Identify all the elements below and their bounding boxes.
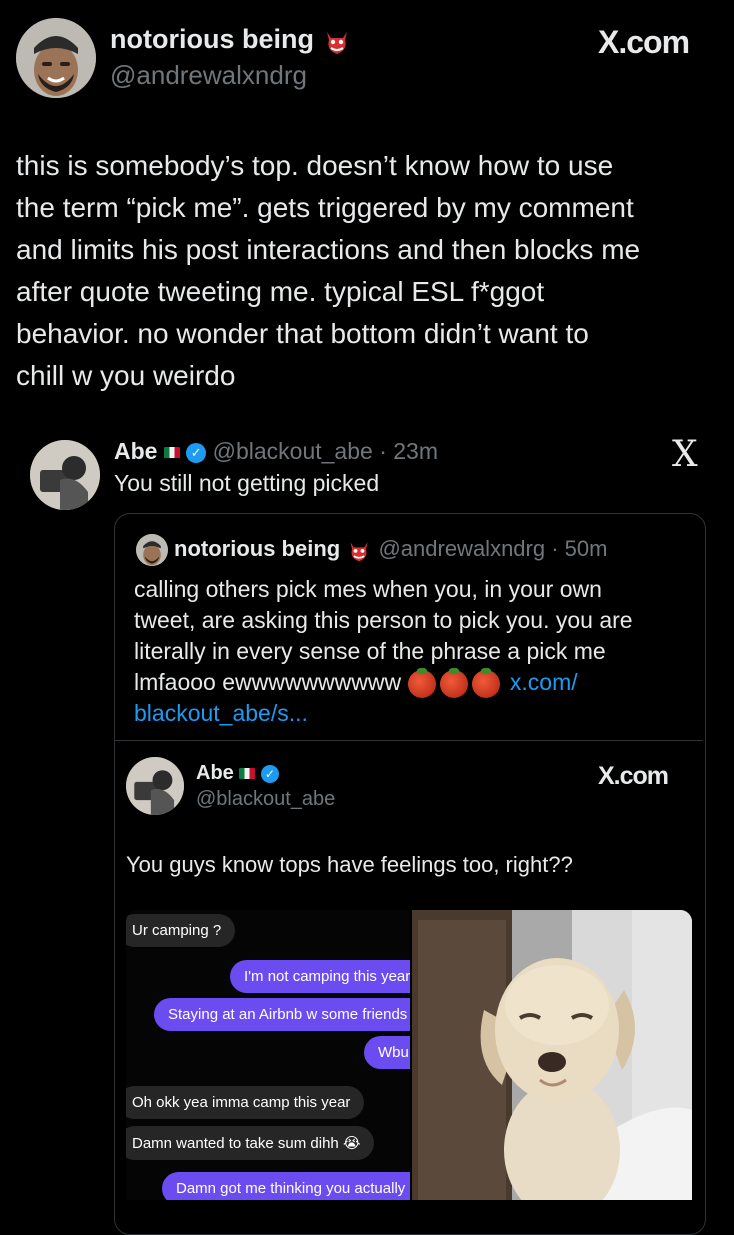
chat-bubble-outgoing: Wbu xyxy=(364,1036,410,1069)
chat-bubble-outgoing: I'm not camping this year xyxy=(230,960,410,993)
tweet-text-line: after quote tweeting me. typical ESL f*g… xyxy=(16,276,545,307)
inner-text-line: tweet, are asking this person to pick yo… xyxy=(134,607,633,633)
inner-quote-avatar xyxy=(136,534,168,566)
chat-bubble-outgoing: Staying at an Airbnb w some friends xyxy=(154,998,410,1031)
inner-quote-header: notorious being @andrewalxndrg · 50m xyxy=(174,536,607,563)
display-name-text: notorious being xyxy=(110,24,314,54)
person-avatar-icon xyxy=(136,534,168,566)
tweet-text-line: this is somebody’s top. doesn’t know how… xyxy=(16,150,614,181)
inner-text-line: calling others pick mes when you, in you… xyxy=(134,576,602,602)
mexico-flag-icon xyxy=(163,447,180,459)
tomato-emoji-icon xyxy=(471,667,500,698)
verified-badge-icon: ✓ xyxy=(186,442,207,463)
tweet-link-continued[interactable]: blackout_abe/s... xyxy=(134,698,633,729)
main-tweet-text: this is somebody’s top. doesn’t know how… xyxy=(16,145,640,397)
quoted-time: · 23m xyxy=(379,438,438,464)
tomato-emoji-icon xyxy=(407,667,436,698)
mexico-flag-icon xyxy=(239,768,256,780)
tweet-text-line: chill w you weirdo xyxy=(16,360,236,391)
quoted-tweet-text: You still not getting picked xyxy=(114,470,380,496)
author-handle[interactable]: @andrewalxndrg xyxy=(110,60,307,91)
chat-bubble-outgoing: Damn got me thinking you actually xyxy=(162,1172,410,1200)
author-avatar[interactable] xyxy=(16,18,96,98)
embedded-tweet-text: You guys know tops have feelings too, ri… xyxy=(126,852,573,877)
goblin-mask-emoji-icon xyxy=(350,542,368,562)
chat-bubble-incoming: Oh okk yea imma camp this year xyxy=(126,1086,365,1119)
tweet-text-line: the term “pick me”. gets triggered by my… xyxy=(16,192,634,223)
card-divider xyxy=(115,740,703,741)
quoted-display-name[interactable]: Abe xyxy=(114,438,157,464)
tweet-text-line: and limits his post interactions and the… xyxy=(16,234,641,265)
embedded-header: Abe ✓ xyxy=(196,762,279,785)
inner-handle: @andrewalxndrg xyxy=(378,536,546,561)
tweet-link[interactable]: x.com/ xyxy=(510,669,578,695)
embedded-x-com-label: X.com xyxy=(598,762,669,790)
inner-time: · 50m xyxy=(551,536,608,561)
embedded-display-name: Abe xyxy=(196,762,234,784)
x-com-source-label: X.com xyxy=(598,24,690,60)
chat-bubble-incoming: Ur camping ? xyxy=(126,914,236,947)
person-avatar-icon xyxy=(30,440,100,510)
embedded-handle: @blackout_abe xyxy=(196,788,336,810)
person-avatar-icon xyxy=(126,757,184,815)
inner-text-line: lmfaooo ewwwwwwwwww x.com/ xyxy=(134,667,633,698)
person-avatar-icon xyxy=(16,18,96,98)
quoted-handle[interactable]: @blackout_abe xyxy=(213,438,373,464)
dog-photo-image xyxy=(412,910,692,1200)
tomato-emoji-icon xyxy=(439,667,468,698)
goblin-mask-emoji-icon xyxy=(326,31,347,54)
inner-display-name: notorious being xyxy=(174,536,341,561)
author-display-name[interactable]: notorious being xyxy=(110,24,352,56)
verified-badge-icon: ✓ xyxy=(260,764,279,783)
inner-last-line-text: lmfaooo ewwwwwwwwww xyxy=(134,669,402,695)
dog-photo-icon xyxy=(412,910,692,1200)
quoted-tweet-header: Abe ✓ @blackout_abe · 23m xyxy=(114,438,438,465)
tweet-text-line: behavior. no wonder that bottom didn’t w… xyxy=(16,318,589,349)
quoted-author-avatar[interactable] xyxy=(30,440,100,510)
quoted-x-logo: X xyxy=(672,434,698,475)
embedded-author-avatar xyxy=(126,757,184,815)
inner-text-line: literally in every sense of the phrase a… xyxy=(134,638,606,664)
inner-quote-text: calling others pick mes when you, in you… xyxy=(134,574,633,729)
chat-screenshot-image: Ur camping ? I'm not camping this year S… xyxy=(126,910,410,1200)
chat-bubble-incoming: Damn wanted to take sum dihh 😭 xyxy=(126,1126,375,1160)
